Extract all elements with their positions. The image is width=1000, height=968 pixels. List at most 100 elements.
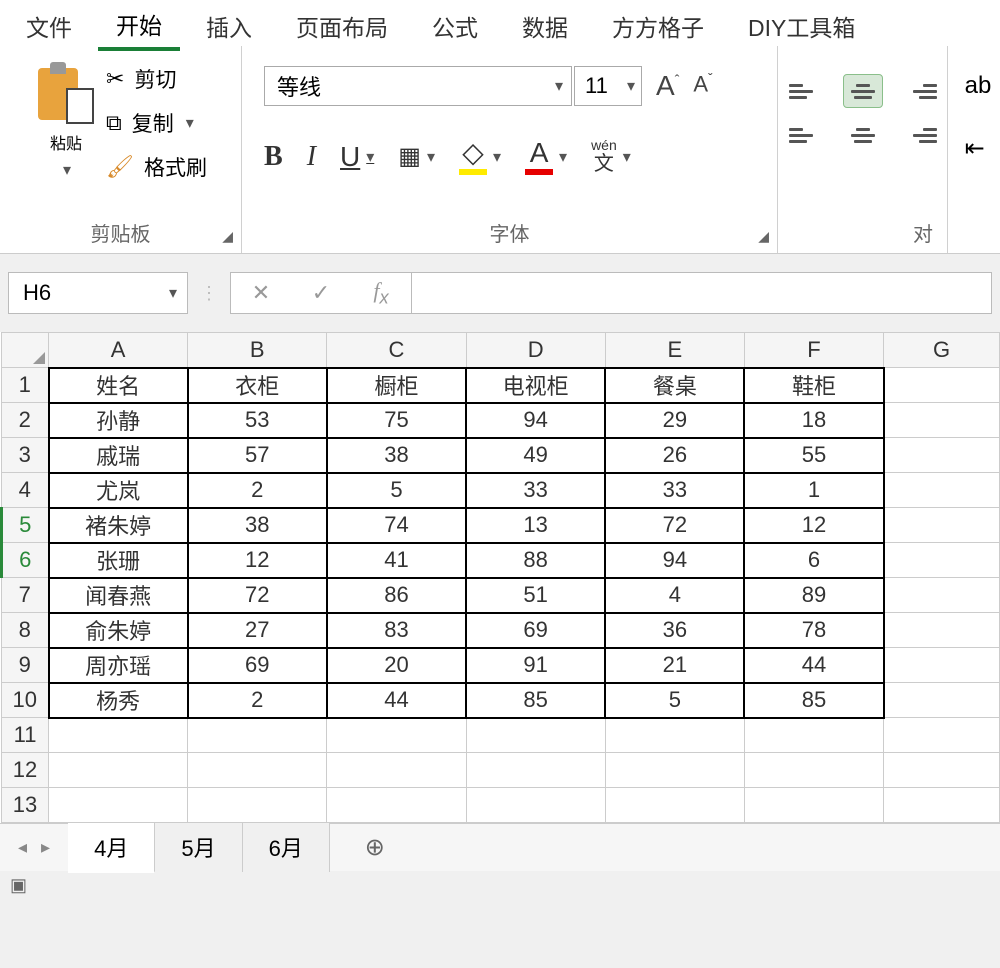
cell-B6[interactable]: 12 [188, 543, 327, 578]
menu-item-4[interactable]: 公式 [414, 3, 496, 49]
confirm-formula-button[interactable]: ✓ [291, 280, 351, 306]
cut-button[interactable]: ✂ 剪切 [106, 64, 207, 94]
cell-A13[interactable] [49, 788, 188, 823]
cell-A9[interactable]: 周亦瑶 [49, 648, 188, 683]
cell-E10[interactable]: 5 [605, 683, 744, 718]
column-header-E[interactable]: E [605, 333, 744, 368]
row-header-9[interactable]: 9 [2, 648, 49, 683]
sheet-tab-5月[interactable]: 5月 [155, 823, 242, 872]
cell-D8[interactable]: 69 [466, 613, 605, 648]
cell-F9[interactable]: 44 [744, 648, 883, 683]
cell-B5[interactable]: 38 [188, 508, 327, 543]
cell-B1[interactable]: 衣柜 [188, 368, 327, 403]
cell-C4[interactable]: 5 [327, 473, 466, 508]
dialog-launcher-icon[interactable]: ◢ [222, 228, 233, 245]
font-name-select[interactable]: 等线 ▾ [264, 66, 572, 106]
cell-G8[interactable] [884, 613, 1000, 648]
cell-E12[interactable] [605, 753, 744, 788]
cell-F6[interactable]: 6 [744, 543, 883, 578]
cell-F8[interactable]: 78 [744, 613, 883, 648]
cell-D13[interactable] [466, 788, 605, 823]
cell-A8[interactable]: 俞朱婷 [49, 613, 188, 648]
cell-C11[interactable] [327, 718, 466, 753]
cell-D4[interactable]: 33 [466, 473, 605, 508]
align-button-1[interactable] [843, 74, 883, 108]
cell-A6[interactable]: 张珊 [49, 543, 188, 578]
cell-F10[interactable]: 85 [744, 683, 883, 718]
menu-item-6[interactable]: 方方格子 [594, 3, 722, 49]
cell-G9[interactable] [884, 648, 1000, 683]
sheet-tab-6月[interactable]: 6月 [243, 823, 330, 872]
format-painter-button[interactable]: 🖌 格式刷 [106, 152, 207, 182]
row-header-10[interactable]: 10 [2, 683, 49, 718]
tab-nav-last[interactable]: ▸ [41, 837, 50, 858]
row-header-1[interactable]: 1 [2, 368, 49, 403]
cell-D10[interactable]: 85 [466, 683, 605, 718]
cell-A4[interactable]: 尤岚 [49, 473, 188, 508]
cell-F3[interactable]: 55 [744, 438, 883, 473]
row-header-8[interactable]: 8 [2, 613, 49, 648]
chevron-down-icon[interactable]: ▾ [169, 283, 177, 303]
cell-D7[interactable]: 51 [466, 578, 605, 613]
cell-D11[interactable] [466, 718, 605, 753]
cell-A2[interactable]: 孙静 [49, 403, 188, 438]
cell-B10[interactable]: 2 [188, 683, 327, 718]
cell-A5[interactable]: 褚朱婷 [49, 508, 188, 543]
cell-F5[interactable]: 12 [744, 508, 883, 543]
column-header-A[interactable]: A [49, 333, 188, 368]
select-all-cell[interactable] [2, 333, 49, 368]
cell-E5[interactable]: 72 [605, 508, 744, 543]
menu-item-1[interactable]: 开始 [98, 1, 180, 51]
align-button-5[interactable] [897, 118, 937, 152]
row-header-4[interactable]: 4 [2, 473, 49, 508]
cancel-formula-button[interactable]: ✕ [231, 280, 291, 306]
column-header-C[interactable]: C [327, 333, 466, 368]
dialog-launcher-icon[interactable]: ◢ [758, 228, 769, 245]
bold-button[interactable]: B [264, 141, 283, 173]
cell-C3[interactable]: 38 [327, 438, 466, 473]
row-header-12[interactable]: 12 [2, 753, 49, 788]
font-size-select[interactable]: 11 ▾ [574, 66, 642, 106]
cell-G6[interactable] [884, 543, 1000, 578]
cell-G3[interactable] [884, 438, 1000, 473]
fill-color-button[interactable]: ◇ ▾ [459, 139, 501, 175]
cell-A3[interactable]: 戚瑞 [49, 438, 188, 473]
column-header-B[interactable]: B [188, 333, 327, 368]
font-color-button[interactable]: A ▾ [525, 139, 567, 175]
cell-E8[interactable]: 36 [605, 613, 744, 648]
cell-G12[interactable] [884, 753, 1000, 788]
cell-C6[interactable]: 41 [327, 543, 466, 578]
align-button-2[interactable] [897, 74, 937, 108]
cell-B4[interactable]: 2 [188, 473, 327, 508]
fx-button[interactable]: fx [351, 278, 411, 308]
cell-C10[interactable]: 44 [327, 683, 466, 718]
cell-C13[interactable] [327, 788, 466, 823]
cell-B8[interactable]: 27 [188, 613, 327, 648]
menu-item-0[interactable]: 文件 [8, 3, 90, 49]
align-button-4[interactable] [843, 118, 883, 152]
cell-B2[interactable]: 53 [188, 403, 327, 438]
cell-E2[interactable]: 29 [605, 403, 744, 438]
cell-G5[interactable] [884, 508, 1000, 543]
cell-F7[interactable]: 89 [744, 578, 883, 613]
cell-A1[interactable]: 姓名 [49, 368, 188, 403]
cell-C1[interactable]: 橱柜 [327, 368, 466, 403]
cell-C9[interactable]: 20 [327, 648, 466, 683]
paste-button[interactable]: 粘贴 ▾ [34, 52, 100, 180]
cell-D6[interactable]: 88 [466, 543, 605, 578]
cell-A7[interactable]: 闻春燕 [49, 578, 188, 613]
tab-nav-first[interactable]: ◂ [18, 837, 27, 858]
cell-F1[interactable]: 鞋柜 [744, 368, 883, 403]
cell-G10[interactable] [884, 683, 1000, 718]
cell-G1[interactable] [884, 368, 1000, 403]
row-header-6[interactable]: 6 [2, 543, 49, 578]
align-button-0[interactable] [789, 74, 829, 108]
cell-C12[interactable] [327, 753, 466, 788]
row-header-5[interactable]: 5 [2, 508, 49, 543]
chevron-down-icon[interactable]: ▾ [186, 113, 194, 133]
wrap-text-button[interactable]: ab [965, 72, 992, 100]
cell-F11[interactable] [744, 718, 883, 753]
cell-D1[interactable]: 电视柜 [466, 368, 605, 403]
cell-B7[interactable]: 72 [188, 578, 327, 613]
cell-D9[interactable]: 91 [466, 648, 605, 683]
